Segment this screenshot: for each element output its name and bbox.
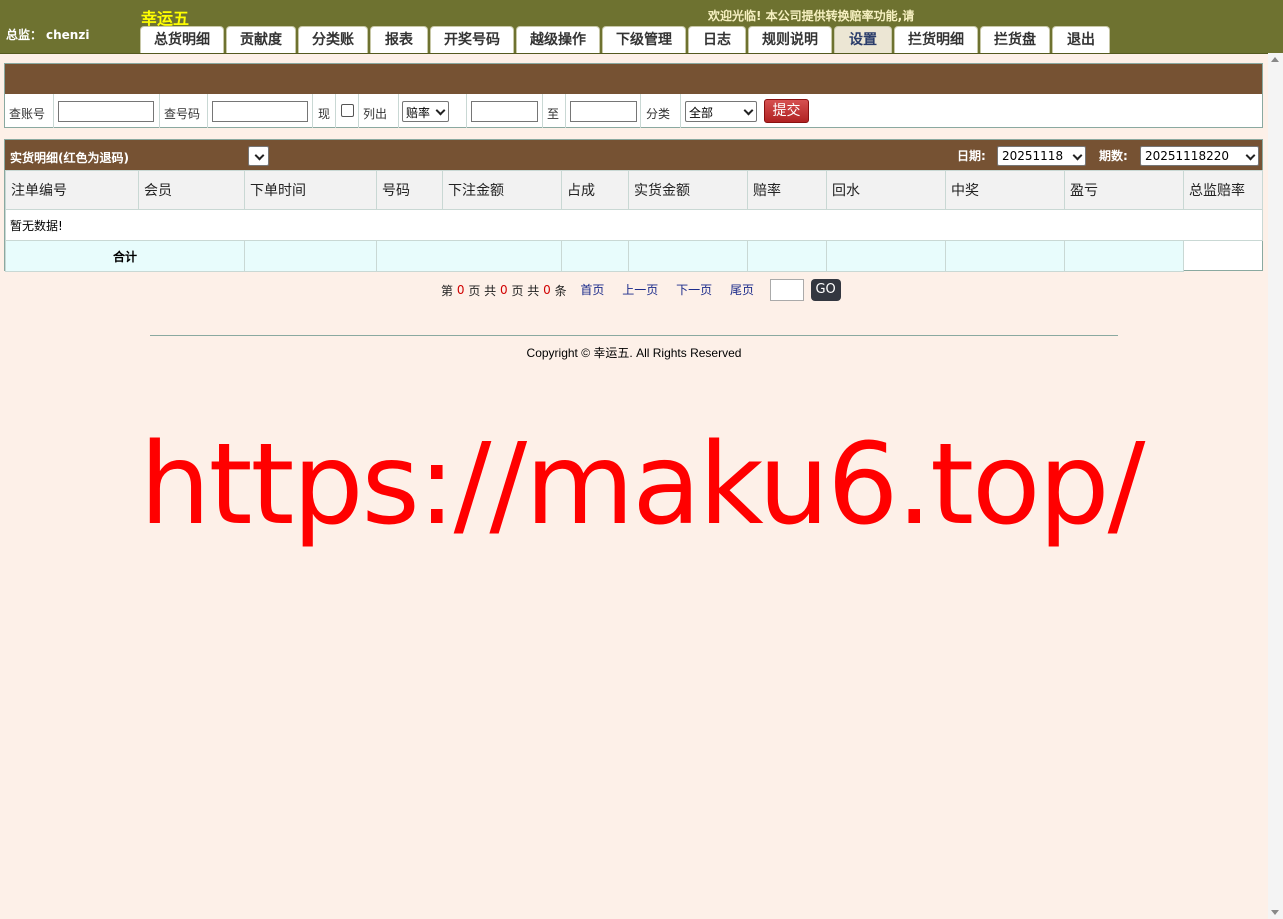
date-label: 日期: bbox=[957, 149, 986, 163]
filter-title-bar bbox=[5, 64, 1262, 94]
tab-intercept-board[interactable]: 拦货盘 bbox=[980, 26, 1050, 53]
total-records: 0 bbox=[543, 283, 551, 297]
total-cell bbox=[826, 240, 946, 272]
period-label: 期数: bbox=[1099, 149, 1128, 163]
watermark-url: https://maku6.top/ bbox=[139, 420, 1146, 550]
range-to-input[interactable] bbox=[570, 101, 637, 122]
col-header: 号码 bbox=[376, 170, 443, 210]
category-label: 分类 bbox=[646, 107, 671, 121]
tab-contribution[interactable]: 贡献度 bbox=[226, 26, 296, 53]
chevron-down-icon bbox=[1072, 150, 1083, 161]
account-label: 查账号 bbox=[9, 107, 46, 121]
number-input[interactable] bbox=[212, 101, 308, 122]
tab-total-details[interactable]: 总货明细 bbox=[140, 26, 224, 53]
go-button[interactable]: GO bbox=[810, 279, 841, 301]
chevron-down-icon bbox=[743, 105, 754, 116]
footer-divider bbox=[150, 335, 1118, 336]
col-header: 占成 bbox=[561, 170, 629, 210]
total-label: 合计 bbox=[5, 240, 245, 272]
tab-intercept-details[interactable]: 拦货明细 bbox=[894, 26, 978, 53]
col-header: 下注金额 bbox=[442, 170, 562, 210]
col-header: 盈亏 bbox=[1064, 170, 1184, 210]
tab-settings[interactable]: 设置 bbox=[834, 26, 892, 53]
next-page-link[interactable]: 下一页 bbox=[676, 283, 712, 297]
scroll-down-icon[interactable] bbox=[1271, 910, 1279, 915]
total-cell bbox=[747, 240, 827, 272]
tab-ledger[interactable]: 分类账 bbox=[298, 26, 368, 53]
last-page-link[interactable]: 尾页 bbox=[730, 283, 754, 297]
total-row: 合计 bbox=[5, 240, 1263, 272]
to-label: 至 bbox=[547, 107, 560, 121]
filter-panel: 查账号 查号码 现 列出 赔率 至 分类 全部 提交 bbox=[4, 63, 1263, 128]
section-title: 实货明细(红色为退码) bbox=[10, 151, 129, 165]
chevron-down-icon bbox=[1245, 150, 1256, 161]
date-select[interactable]: 20251118 bbox=[997, 146, 1086, 166]
col-header: 赔率 bbox=[747, 170, 827, 210]
current-label: 现 bbox=[318, 107, 331, 121]
current-checkbox[interactable] bbox=[341, 104, 354, 117]
tab-skip-level[interactable]: 越级操作 bbox=[516, 26, 600, 53]
total-cell bbox=[244, 240, 377, 272]
table-header-row: 注单编号 会员 下单时间 号码 下注金额 占成 实货金额 赔率 回水 中奖 盈亏… bbox=[5, 170, 1263, 210]
total-pages: 0 bbox=[499, 283, 508, 297]
period-select[interactable]: 20251118220 bbox=[1140, 146, 1259, 166]
page-number-input[interactable] bbox=[769, 279, 804, 301]
tab-rules[interactable]: 规则说明 bbox=[748, 26, 832, 53]
range-from-input[interactable] bbox=[471, 101, 538, 122]
col-header: 实货金额 bbox=[628, 170, 748, 210]
details-header-bar: 实货明细(红色为退码) 日期: 20251118 期数: 20251118220 bbox=[5, 140, 1262, 170]
col-header: 回水 bbox=[826, 170, 946, 210]
total-cell bbox=[561, 240, 629, 272]
empty-row: 暂无数据! bbox=[5, 209, 1263, 241]
chevron-down-icon bbox=[254, 150, 265, 161]
tab-reports[interactable]: 报表 bbox=[370, 26, 428, 53]
account-input[interactable] bbox=[58, 101, 154, 122]
current-page: 0 bbox=[456, 283, 465, 297]
scroll-up-icon[interactable] bbox=[1271, 57, 1279, 62]
pagination: 第 0 页 共 0 页 共 0 条 首页 上一页 下一页 尾页 GO bbox=[441, 279, 841, 301]
tab-draw-numbers[interactable]: 开奖号码 bbox=[430, 26, 514, 53]
total-cell bbox=[1064, 240, 1184, 272]
chevron-down-icon bbox=[435, 105, 446, 116]
prev-page-link[interactable]: 上一页 bbox=[622, 283, 658, 297]
total-cell bbox=[628, 240, 748, 272]
total-cell bbox=[945, 240, 1065, 272]
welcome-marquee: 欢迎光临! 本公司提供转换赔率功能,请 bbox=[708, 9, 915, 23]
category-select[interactable]: 全部 bbox=[685, 101, 757, 122]
list-label: 列出 bbox=[363, 107, 388, 121]
col-header: 中奖 bbox=[945, 170, 1065, 210]
col-header: 注单编号 bbox=[5, 170, 139, 210]
details-table: 注单编号 会员 下单时间 号码 下注金额 占成 实货金额 赔率 回水 中奖 盈亏… bbox=[5, 170, 1263, 272]
title-select[interactable] bbox=[248, 146, 269, 166]
copyright: Copyright © 幸运五. All Rights Reserved bbox=[526, 346, 742, 360]
tab-subordinates[interactable]: 下级管理 bbox=[602, 26, 686, 53]
col-header: 总监赔率 bbox=[1183, 170, 1263, 210]
total-cell bbox=[376, 240, 562, 272]
submit-button[interactable]: 提交 bbox=[764, 99, 809, 123]
col-header: 下单时间 bbox=[244, 170, 377, 210]
odds-select[interactable]: 赔率 bbox=[402, 101, 449, 122]
details-section: 实货明细(红色为退码) 日期: 20251118 期数: 20251118220… bbox=[4, 139, 1263, 272]
user-role-label: 总监： bbox=[6, 28, 43, 42]
empty-message: 暂无数据! bbox=[5, 209, 1263, 241]
number-label: 查号码 bbox=[164, 107, 201, 121]
first-page-link[interactable]: 首页 bbox=[580, 283, 604, 297]
user-info: 总监： chenzi bbox=[6, 26, 89, 43]
tab-logout[interactable]: 退出 bbox=[1052, 26, 1110, 53]
top-header: 总监： chenzi 幸运五 欢迎光临! 本公司提供转换赔率功能,请 总货明细 贡… bbox=[0, 0, 1283, 54]
filter-row: 查账号 查号码 现 列出 赔率 至 分类 全部 提交 bbox=[5, 94, 1262, 128]
tab-log[interactable]: 日志 bbox=[688, 26, 746, 53]
col-header: 会员 bbox=[138, 170, 245, 210]
username: chenzi bbox=[46, 28, 90, 42]
